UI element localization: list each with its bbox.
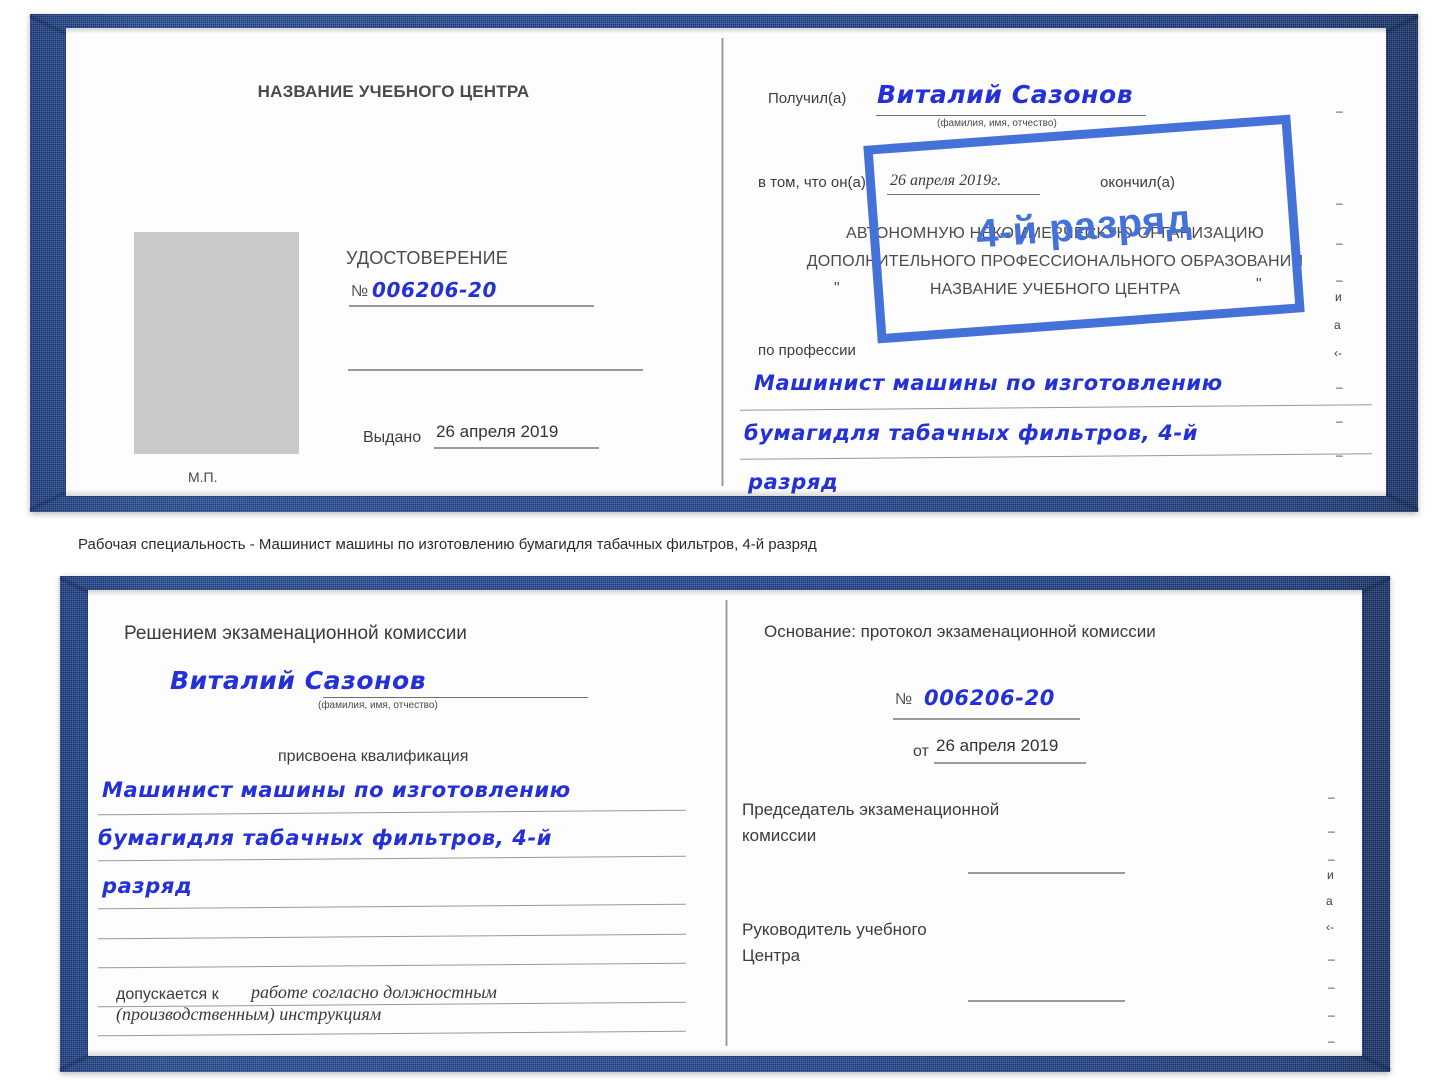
protocol-date-label: от [913,743,929,760]
graduate-name-hint: (фамилия, имя, отчество) [318,700,438,711]
edge-fragment-3: – [1336,273,1343,287]
edge-fragment-4: и [1335,290,1342,304]
edge2-fragment-8: – [1328,1008,1335,1022]
profession-line-2: бумагидля табачных фильтров, 4-й [744,421,1199,445]
qual-rule-3 [98,903,686,910]
certificate-number-value: 006206-20 [372,278,498,302]
profession-line-1: Машинист машины по изготовлению [754,371,1223,395]
basis-label: Основание: протокол экзаменационной коми… [764,622,1156,641]
edge2-fragment-7: – [1328,980,1335,994]
page-caption: Рабочая специальность - Машинист машины … [78,536,817,553]
edge2-fragment-5: ‹- [1326,920,1334,934]
certificate-bottom: Решением экзаменационной комиссии Витали… [58,576,1392,1072]
chairman-line-2: комиссии [742,826,817,845]
received-value: Виталий Сазонов [877,80,1134,109]
edge-fragment-1: – [1336,196,1343,210]
issued-value: 26 апреля 2019 [436,422,559,441]
in-that-label: в том, что он(а) [758,174,866,191]
photo-placeholder [134,232,299,454]
received-rule [876,115,1146,116]
certificate-number-label: № [351,283,369,300]
director-line-2: Центра [742,946,801,965]
certificate-number-rule [349,305,594,307]
chairman-signature-rule [968,872,1125,874]
rank-stamp: 4-й разряд [863,114,1305,344]
edge-fragment-9: – [1336,448,1343,462]
received-label: Получил(а) [768,90,847,107]
admitted-line-1: работе согласно должностным [251,982,497,1002]
qualification-label: присвоена квалификация [278,748,469,765]
blank-rule [348,369,643,371]
bottom-right-page: Основание: протокол экзаменационной коми… [728,590,1362,1056]
protocol-number-label: № [895,691,913,708]
profession-line-3: разряд [748,470,839,494]
bottom-left-page: Решением экзаменационной комиссии Витали… [88,590,725,1056]
qualification-line-1: Машинист машины по изготовлению [102,778,571,802]
qualification-line-2: бумагидля табачных фильтров, 4-й [98,826,553,850]
protocol-number-rule [893,718,1080,720]
edge-fragment-8: – [1336,414,1343,428]
training-center-header: НАЗВАНИЕ УЧЕБНОГО ЦЕНТРА [257,82,530,101]
edge2-fragment-4: а [1326,894,1333,908]
edge2-fragment-6: – [1328,952,1335,966]
edge-fragment-7: – [1336,380,1343,394]
commission-decision-header: Решением экзаменационной комиссии [124,623,467,644]
edge2-fragment-9: – [1328,1034,1335,1048]
top-right-page: Получил(а) Виталий Сазонов (фамилия, имя… [724,28,1386,496]
qual-rule-4 [98,933,686,940]
certificate-top-pages: НАЗВАНИЕ УЧЕБНОГО ЦЕНТРА УДОСТОВЕРЕНИЕ №… [66,28,1386,496]
profession-label: по профессии [758,342,856,359]
director-signature-rule [968,1000,1125,1002]
certificate-bottom-pages: Решением экзаменационной комиссии Витали… [88,590,1362,1056]
chairman-line-1: Председатель экзаменационной [742,800,1000,819]
qual-rule-5 [98,962,686,969]
profession-rule-1 [740,404,1372,411]
graduate-name-value: Виталий Сазонов [170,666,427,695]
admitted-rule-2 [98,1030,686,1037]
qual-rule-2 [98,855,686,862]
received-hint: (фамилия, имя, отчество) [937,118,1057,129]
graduate-name-rule [323,697,588,698]
qual-rule-1 [98,809,686,816]
edge-fragment-2: – [1336,236,1343,250]
certificate-title: УДОСТОВЕРЕНИЕ [346,248,508,268]
edge2-fragment-3: и [1327,868,1334,882]
edge-fragment-5: а [1334,318,1341,332]
edge-fragment-6: ‹- [1334,346,1342,360]
edge2-fragment-2: – [1328,852,1335,866]
seal-label: М.П. [188,469,218,485]
director-line-1: Руководитель учебного [742,920,927,939]
top-left-page: НАЗВАНИЕ УЧЕБНОГО ЦЕНТРА УДОСТОВЕРЕНИЕ №… [66,28,721,496]
admitted-label: допускается к [116,986,219,1003]
issued-rule [434,447,599,449]
protocol-number-value: 006206-20 [924,686,1056,710]
protocol-date-value: 26 апреля 2019 [936,736,1059,755]
admitted-line-2: (производственным) инструкциям [116,1004,382,1024]
issued-label: Выдано [363,429,422,446]
certificate-top: НАЗВАНИЕ УЧЕБНОГО ЦЕНТРА УДОСТОВЕРЕНИЕ №… [28,14,1420,512]
edge2-fragment-1: – [1328,824,1335,838]
edge-fragment-0: – [1336,104,1343,118]
profession-rule-2 [740,453,1372,460]
protocol-date-rule [934,762,1086,764]
edge2-fragment-0: – [1328,790,1335,804]
qualification-line-3: разряд [102,874,193,898]
